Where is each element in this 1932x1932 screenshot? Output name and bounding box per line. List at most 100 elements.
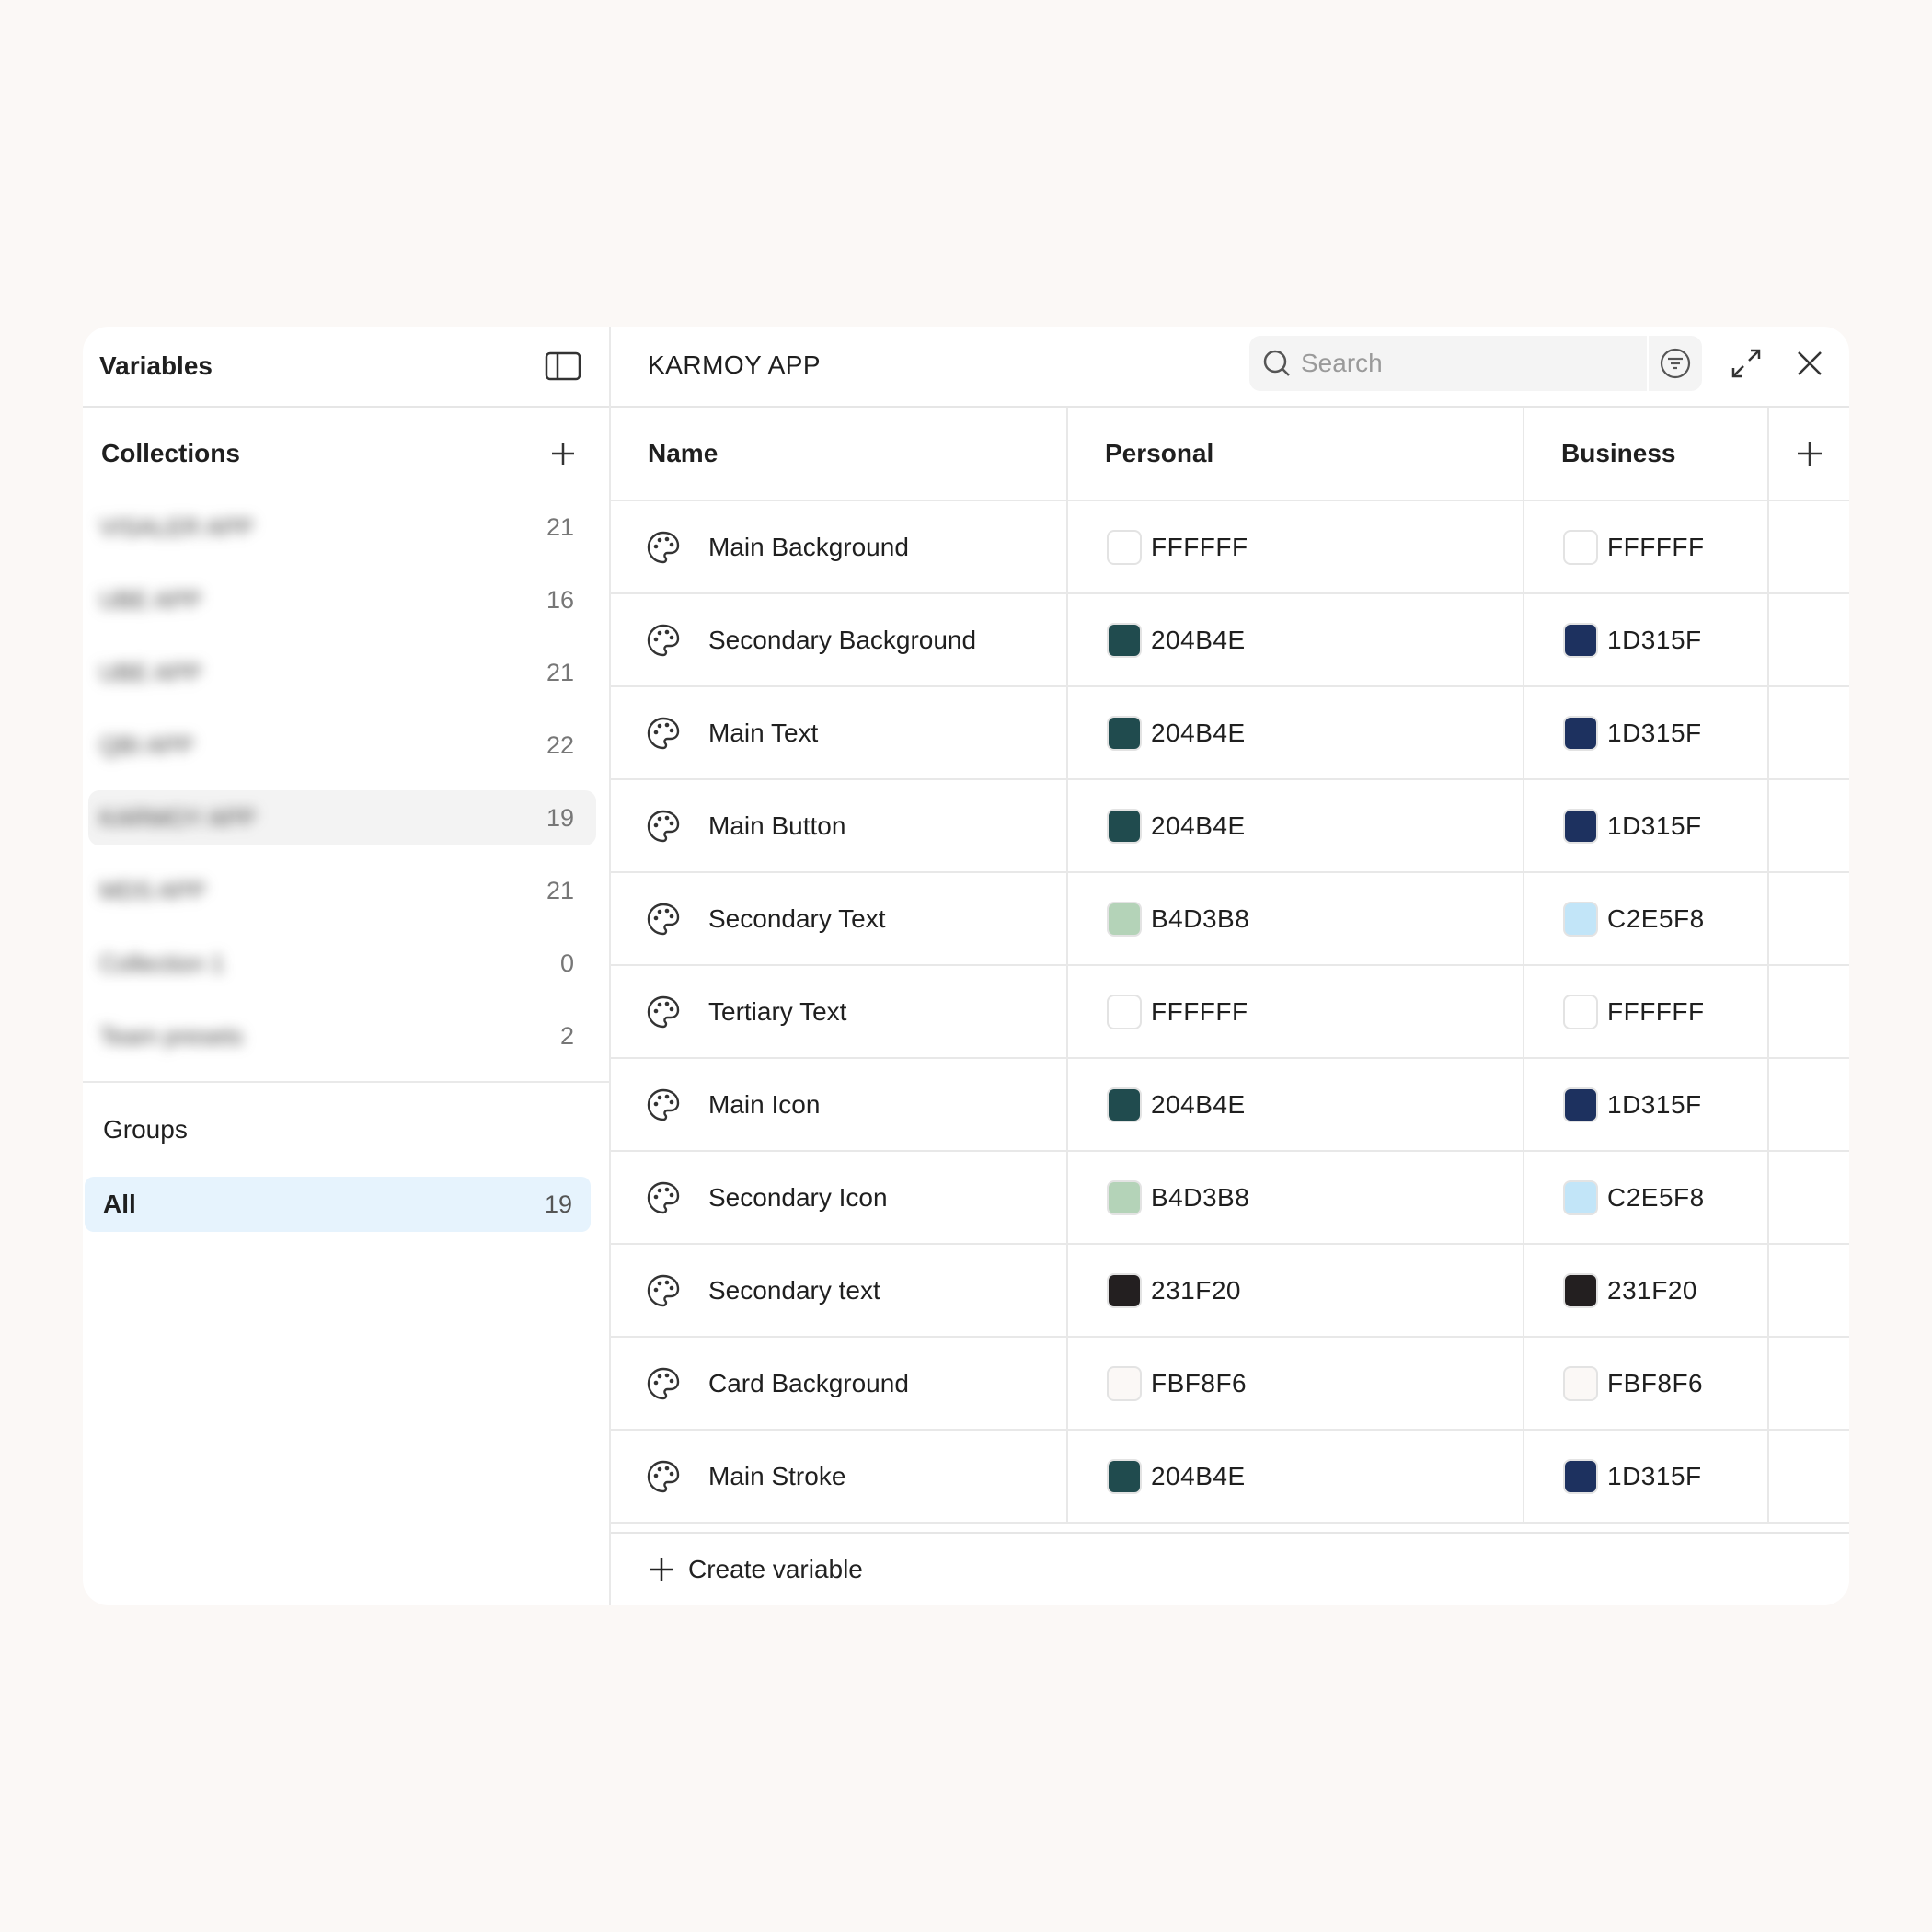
palette-icon	[646, 809, 681, 844]
color-swatch[interactable]	[1563, 1272, 1598, 1308]
collection-item[interactable]: UBE APP 16	[88, 572, 596, 627]
business-value-cell[interactable]: 1D315F	[1524, 1058, 1769, 1152]
personal-value-cell[interactable]: FFFFFF	[1067, 965, 1524, 1059]
business-value-cell[interactable]: C2E5F8	[1524, 872, 1769, 966]
column-header-personal[interactable]: Personal	[1067, 408, 1524, 501]
personal-value-cell[interactable]: B4D3B8	[1067, 1151, 1524, 1245]
color-swatch[interactable]	[1107, 1365, 1142, 1401]
color-swatch[interactable]	[1563, 1087, 1598, 1122]
collection-item[interactable]: MDS APP 21	[88, 863, 596, 918]
variable-name-cell[interactable]: Main Stroke	[611, 1430, 1068, 1524]
personal-value-cell[interactable]: 231F20	[1067, 1244, 1524, 1338]
table-row[interactable]: Main Button 204B4E 1D315F	[611, 779, 1849, 873]
close-icon[interactable]	[1789, 343, 1830, 384]
business-value-cell[interactable]: FBF8F6	[1524, 1337, 1769, 1431]
personal-value-cell[interactable]: FBF8F6	[1067, 1337, 1524, 1431]
collection-count: 21	[546, 658, 574, 686]
table-row[interactable]: Main Icon 204B4E 1D315F	[611, 1058, 1849, 1152]
variable-name-cell[interactable]: Main Background	[611, 500, 1068, 594]
color-swatch[interactable]	[1107, 715, 1142, 751]
color-swatch[interactable]	[1107, 994, 1142, 1029]
business-value-cell[interactable]: 1D315F	[1524, 779, 1769, 873]
personal-value-cell[interactable]: B4D3B8	[1067, 872, 1524, 966]
variables-panel: Variables Collections VISALER APP 21 UBE A…	[83, 327, 1849, 1605]
collection-item[interactable]: Team presets 2	[88, 1008, 596, 1064]
personal-value-cell[interactable]: 204B4E	[1067, 1058, 1524, 1152]
variable-name-cell[interactable]: Main Button	[611, 779, 1068, 873]
business-value-cell[interactable]: 1D315F	[1524, 686, 1769, 780]
color-swatch[interactable]	[1107, 1458, 1142, 1494]
collection-item[interactable]: QBI APP 22	[88, 718, 596, 773]
variable-name-cell[interactable]: Main Icon	[611, 1058, 1068, 1152]
table-row[interactable]: Tertiary Text FFFFFF FFFFFF	[611, 965, 1849, 1059]
variable-name-cell[interactable]: Tertiary Text	[611, 965, 1068, 1059]
collection-item[interactable]: KARMOY APP 19	[88, 790, 596, 845]
business-value-cell[interactable]: 1D315F	[1524, 593, 1769, 687]
table-row[interactable]: Secondary Icon B4D3B8 C2E5F8	[611, 1151, 1849, 1245]
color-swatch[interactable]	[1107, 1272, 1142, 1308]
collection-name: Collection 1	[99, 949, 224, 977]
business-value-cell[interactable]: FFFFFF	[1524, 965, 1769, 1059]
table-row[interactable]: Card Background FBF8F6 FBF8F6	[611, 1337, 1849, 1431]
business-value-cell[interactable]: 231F20	[1524, 1244, 1769, 1338]
variable-name-cell[interactable]: Secondary Text	[611, 872, 1068, 966]
variable-name: Secondary Background	[708, 625, 977, 654]
table-row[interactable]: Secondary Text B4D3B8 C2E5F8	[611, 872, 1849, 966]
personal-value-cell[interactable]: FFFFFF	[1067, 500, 1524, 594]
business-value-cell[interactable]: C2E5F8	[1524, 1151, 1769, 1245]
personal-value-cell[interactable]: 204B4E	[1067, 1430, 1524, 1524]
collection-count: 21	[546, 876, 574, 904]
variable-name-cell[interactable]: Secondary Background	[611, 593, 1068, 687]
table-row[interactable]: Secondary text 231F20 231F20	[611, 1244, 1849, 1338]
collection-count: 21	[546, 512, 574, 541]
color-swatch[interactable]	[1107, 808, 1142, 844]
color-swatch[interactable]	[1107, 1087, 1142, 1122]
palette-icon	[646, 1087, 681, 1122]
group-item-all[interactable]: All 19	[85, 1177, 591, 1232]
color-swatch[interactable]	[1563, 529, 1598, 565]
table-row[interactable]: Secondary Background 204B4E 1D315F	[611, 593, 1849, 687]
column-header-business[interactable]: Business	[1524, 408, 1769, 501]
sidebar-toggle-icon[interactable]	[543, 346, 583, 386]
color-swatch[interactable]	[1563, 1179, 1598, 1215]
variable-name-cell[interactable]: Main Text	[611, 686, 1068, 780]
palette-icon	[646, 1273, 681, 1308]
business-value-cell[interactable]: FFFFFF	[1524, 500, 1769, 594]
personal-value-cell[interactable]: 204B4E	[1067, 779, 1524, 873]
variable-name: Secondary Icon	[708, 1182, 888, 1212]
color-swatch[interactable]	[1563, 1365, 1598, 1401]
personal-value: B4D3B8	[1151, 903, 1250, 933]
filter-icon[interactable]	[1647, 336, 1702, 391]
expand-icon[interactable]	[1726, 343, 1766, 384]
personal-value-cell[interactable]: 204B4E	[1067, 593, 1524, 687]
color-swatch[interactable]	[1563, 715, 1598, 751]
add-mode-plus-icon[interactable]	[1769, 408, 1849, 500]
table-row[interactable]: Main Text 204B4E 1D315F	[611, 686, 1849, 780]
color-swatch[interactable]	[1107, 529, 1142, 565]
collection-item[interactable]: UBE APP 21	[88, 645, 596, 700]
color-swatch[interactable]	[1563, 622, 1598, 658]
add-collection-plus-icon[interactable]	[543, 433, 583, 474]
color-swatch[interactable]	[1563, 808, 1598, 844]
color-swatch[interactable]	[1107, 622, 1142, 658]
business-value-cell[interactable]: 1D315F	[1524, 1430, 1769, 1524]
color-swatch[interactable]	[1563, 901, 1598, 937]
color-swatch[interactable]	[1563, 994, 1598, 1029]
column-header-name[interactable]: Name	[611, 408, 1068, 501]
color-swatch[interactable]	[1563, 1458, 1598, 1494]
collection-item[interactable]: Collection 1 0	[88, 936, 596, 991]
color-swatch[interactable]	[1107, 1179, 1142, 1215]
collection-item[interactable]: VISALER APP 21	[88, 500, 596, 555]
create-variable-button[interactable]: Create variable	[648, 1555, 863, 1584]
collection-count: 19	[546, 803, 574, 832]
color-swatch[interactable]	[1107, 901, 1142, 937]
table-row[interactable]: Main Background FFFFFF FFFFFF	[611, 500, 1849, 594]
variable-name-cell[interactable]: Secondary Icon	[611, 1151, 1068, 1245]
variable-name-cell[interactable]: Card Background	[611, 1337, 1068, 1431]
search-input[interactable]	[1301, 349, 1623, 378]
table-row[interactable]: Main Stroke 204B4E 1D315F	[611, 1430, 1849, 1524]
create-variable-label: Create variable	[688, 1555, 863, 1583]
variable-name-cell[interactable]: Secondary text	[611, 1244, 1068, 1338]
personal-value-cell[interactable]: 204B4E	[1067, 686, 1524, 780]
sidebar: Variables Collections VISALER APP 21 UBE A…	[83, 327, 611, 1605]
